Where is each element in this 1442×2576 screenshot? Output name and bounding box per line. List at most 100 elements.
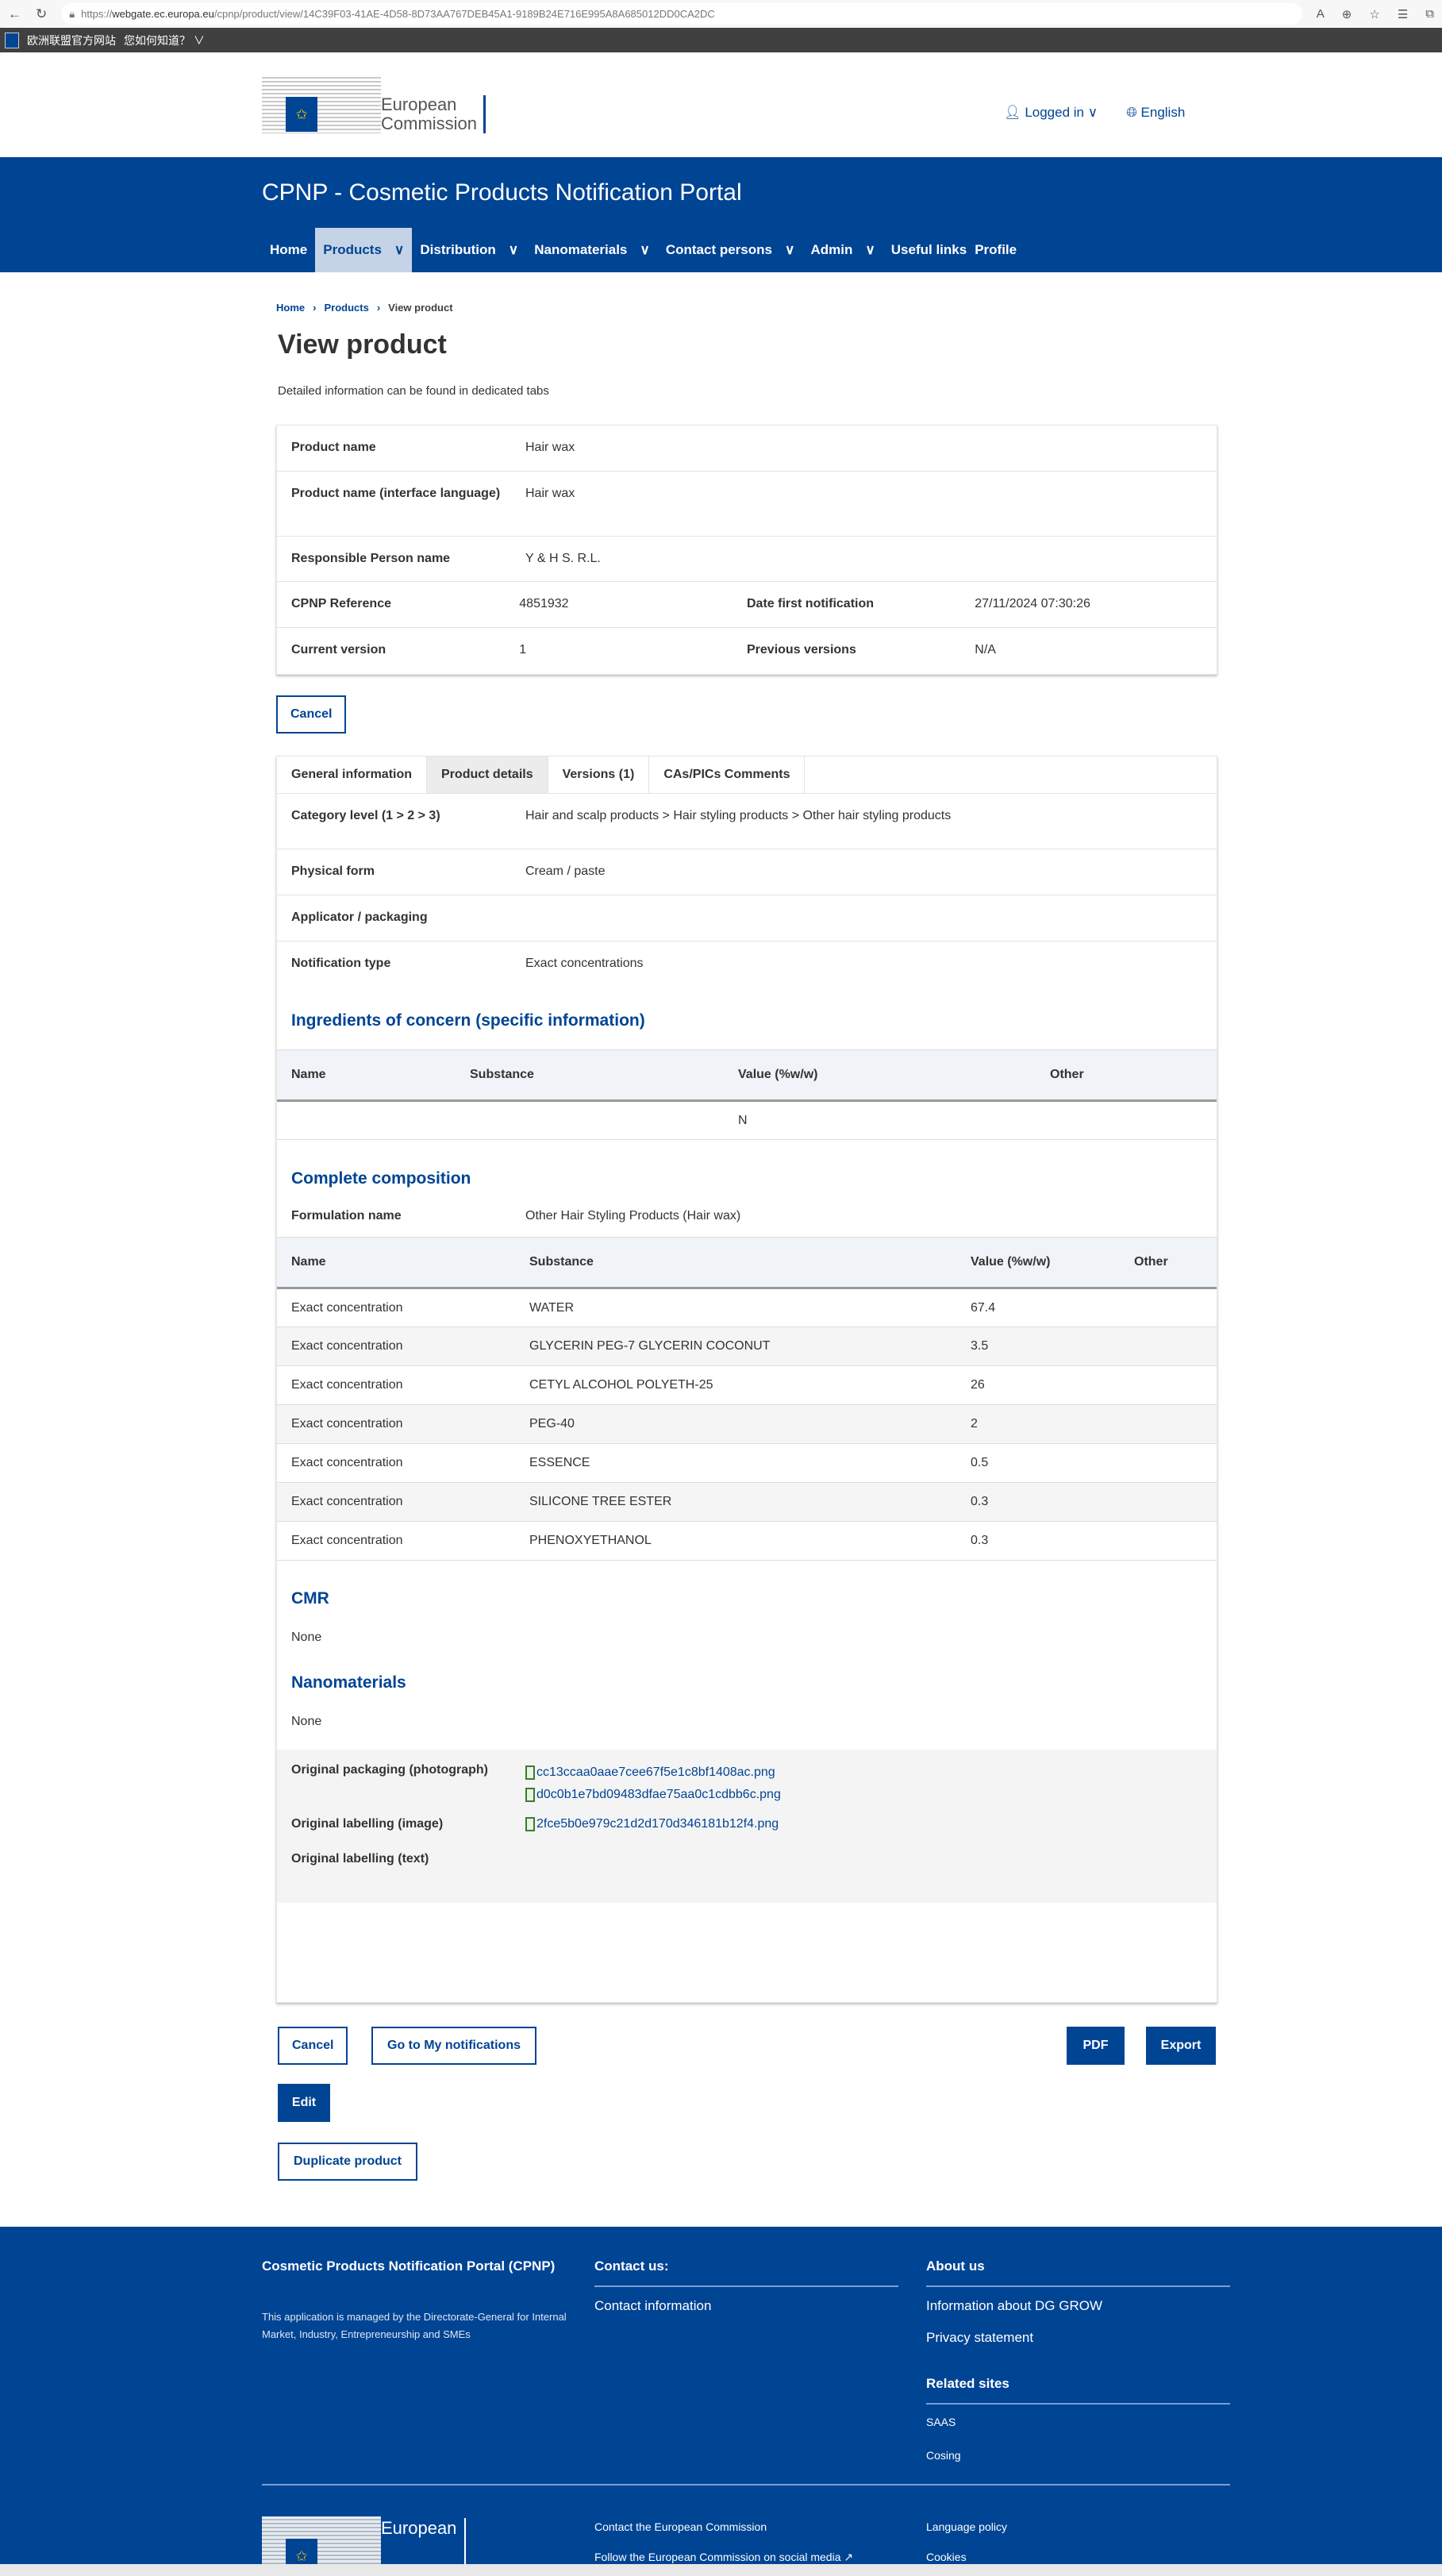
breadcrumb-products[interactable]: Products [324,302,368,314]
duplicate-product-button[interactable]: Duplicate product [278,2143,418,2181]
favorites-list-icon[interactable]: ☰ [1398,7,1408,21]
site-title: CPNP - Cosmetic Products Notification Po… [262,179,742,206]
cell-name: Exact concentration [277,1521,515,1561]
read-aloud-icon[interactable]: A [1317,7,1325,21]
dg-grow-link[interactable]: Information about DG GROW [926,2298,1230,2314]
tab-product-details[interactable]: Product details [427,757,548,793]
column-header: Other [1120,1237,1217,1289]
nav-label: Useful links [890,242,967,257]
cell-other [1120,1482,1217,1522]
cosing-link[interactable]: Cosing [926,2449,1230,2462]
language-selector[interactable]: 🌐︎ English [1126,105,1185,121]
labelling-file-link[interactable]: 2fce5b0e979c21d2d170d346181b12f4.png [525,1816,779,1833]
tab-general-information[interactable]: General information [277,757,428,793]
footer-ec-logo[interactable]: ✩ European [262,2516,467,2574]
url-prefix: https:// [81,8,113,20]
ec-building-icon: ✩ [262,75,381,133]
contact-information-link[interactable]: Contact information [594,2298,898,2314]
column-header: Substance [515,1237,956,1289]
table-row: Exact concentration WATER 67.4 [277,1288,1217,1327]
category-value: Hair and scalp products > Hair styling p… [525,809,952,822]
composition-table: Name Substance Value (%w/w) Other Exact con… [277,1237,1217,1561]
chevron-right-icon: › [376,302,381,314]
field-label: CPNP Reference [291,597,391,610]
collections-icon[interactable]: ⧉ [1425,7,1434,21]
nav-label: Nanomaterials [534,242,628,257]
cell-other [1120,1288,1217,1327]
page-title: View product [278,329,447,360]
cell-name: Exact concentration [277,1443,515,1483]
nav-useful-links[interactable]: Useful links [883,228,975,272]
main-nav: Home Products ∨ Distribution ∨ Nanomateria… [262,228,1025,272]
eu-stars-icon: ✩ [286,97,317,132]
cookies-link[interactable]: Cookies [926,2551,1007,2563]
how-to-know-toggle[interactable]: 您如何知道？ ∨ [124,33,205,48]
tab-versions[interactable]: Versions (1) [548,757,650,793]
cell-name: Exact concentration [277,1288,515,1327]
nav-label: Admin [810,242,853,257]
cell-value: 67.4 [956,1288,1120,1327]
nav-admin[interactable]: Admin ∨ [802,228,883,272]
packaging-file-link[interactable]: cc13ccaa0aae7cee67f5e1c8bf1408ac.png [525,1762,781,1784]
go-to-notifications-button[interactable]: Go to My notifications [371,2027,536,2065]
ec-building-icon: ✩ [262,2516,381,2574]
divider [926,2285,1230,2287]
packaging-file-link[interactable]: d0c0b1e7bd09483dfae75aa0c1cdbb6c.png [525,1784,781,1806]
chevron-right-icon: › [313,302,317,314]
nav-products[interactable]: Products ∨ [315,228,413,272]
favorite-icon[interactable]: ☆ [1369,7,1379,21]
cell-substance: PEG-40 [515,1404,956,1444]
logo-text-2: Commission [381,114,478,133]
cell-value: 3.5 [956,1327,1120,1366]
social-media-link[interactable]: Follow the European Commission on social… [594,2551,840,2563]
breadcrumb-current: View product [388,302,453,314]
cell-name: Exact concentration [277,1327,515,1366]
product-tabs-card: General information Product details Vers… [276,756,1217,2003]
field-label: Date first notification [747,597,875,610]
refresh-icon[interactable]: ↻ [36,6,47,22]
nav-profile[interactable]: Profile [975,228,1025,272]
cell-value: 0.3 [956,1482,1120,1522]
file-name: cc13ccaa0aae7cee67f5e1c8bf1408ac.png [536,1765,775,1779]
chevron-down-icon: ∨ [394,242,405,257]
contact-ec-link[interactable]: Contact the European Commission [594,2520,853,2533]
responsible-person-value: Y & H S. R.L. [525,552,601,565]
logged-in-menu[interactable]: 👤︎ Logged in ∨ [1004,105,1098,121]
back-icon[interactable]: ← [8,6,21,22]
pdf-button[interactable]: PDF [1067,2027,1125,2065]
privacy-statement-link[interactable]: Privacy statement [926,2330,1230,2346]
cell-value: 0.3 [956,1521,1120,1561]
edit-button[interactable]: Edit [278,2084,330,2122]
nanomaterials-value: None [291,1715,322,1728]
cell-value: 26 [956,1365,1120,1405]
column-header: Substance [456,1049,724,1102]
footer-logo-text: European [381,2518,467,2564]
cell-other [1120,1365,1217,1405]
nav-nanomaterials[interactable]: Nanomaterials ∨ [526,228,658,272]
cpnp-reference-value: 4851932 [519,597,569,610]
nav-distribution[interactable]: Distribution ∨ [412,228,526,272]
language-policy-link[interactable]: Language policy [926,2520,1007,2533]
breadcrumb-home[interactable]: Home [276,302,305,314]
saas-link[interactable]: SAAS [926,2416,1230,2428]
cancel-button[interactable]: Cancel [276,695,347,734]
address-bar[interactable]: 🔒︎ https://webgate.ec.europa.eu/cpnp/pro… [61,3,1302,25]
chevron-down-icon: ∨ [508,242,519,257]
ec-logo[interactable]: ✩ European Commission [262,75,486,133]
original-files-section: Original packaging (photograph) cc13ccaa… [277,1750,1217,1903]
nav-contact-persons[interactable]: Contact persons ∨ [658,228,803,272]
cancel-button-bottom[interactable]: Cancel [278,2027,348,2065]
logged-in-label: Logged in [1025,105,1084,120]
zoom-icon[interactable]: ⊕ [1342,7,1352,21]
divider [262,2484,1230,2486]
chevron-down-icon: ∨ [640,242,650,257]
nav-home[interactable]: Home [262,228,315,272]
table-row: N [277,1100,1217,1140]
date-first-notification-value: 27/11/2024 07:30:26 [975,597,1090,610]
site-header: ✩ European Commission 👤︎ Logged in ∨ 🌐︎ E… [0,52,1442,157]
composition-heading: Complete composition [291,1169,471,1188]
field-label: Applicator / packaging [291,911,428,924]
chevron-down-icon: ∨ [865,242,875,257]
export-button[interactable]: Export [1146,2027,1216,2065]
tab-comments[interactable]: CAs/PICs Comments [649,757,806,793]
